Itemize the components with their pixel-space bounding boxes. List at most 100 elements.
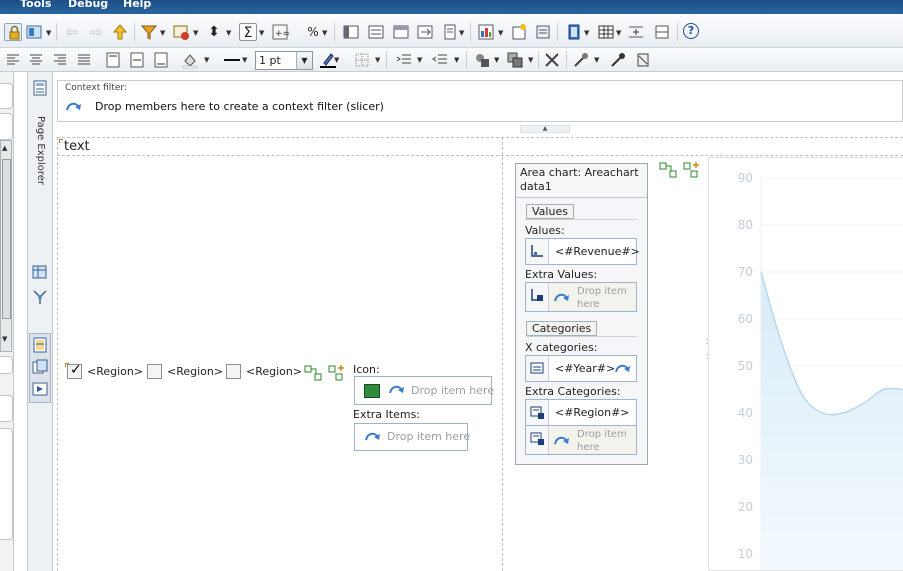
add-connection-icon[interactable] bbox=[328, 364, 346, 382]
borders-icon[interactable] bbox=[353, 51, 371, 69]
area-chart-preview[interactable]: 90 80 70 60 50 40 30 20 10 bbox=[708, 157, 903, 571]
extra-items-drop-zone[interactable]: Drop item here bbox=[354, 423, 470, 451]
sort-icon[interactable]: ⬍ bbox=[205, 23, 223, 41]
context-filter-area[interactable]: Context filter: Drop members here to cre… bbox=[57, 80, 903, 122]
chevron-down-icon[interactable]: ▼ bbox=[616, 29, 621, 37]
vertical-align-middle-icon[interactable] bbox=[128, 51, 146, 69]
scroll-up-icon[interactable]: ▲ bbox=[2, 144, 7, 152]
values-drop-zone[interactable]: <#Revenue#> bbox=[525, 238, 640, 265]
data-items-tab-icon[interactable] bbox=[31, 358, 49, 376]
percent-icon[interactable]: % bbox=[304, 23, 322, 41]
line-width-select[interactable]: 1 pt ▼ bbox=[255, 51, 313, 70]
vertical-align-top-icon[interactable] bbox=[104, 51, 122, 69]
table-filter-icon[interactable] bbox=[172, 23, 190, 41]
outdent-icon[interactable] bbox=[395, 51, 413, 69]
chevron-down-icon[interactable]: ▼ bbox=[226, 29, 231, 37]
chevron-down-icon[interactable]: ▼ bbox=[160, 29, 165, 37]
book-icon[interactable] bbox=[565, 23, 583, 41]
list-icon[interactable] bbox=[367, 23, 385, 41]
extra-categories-item-box[interactable]: <#Region#> bbox=[525, 399, 637, 426]
chevron-down-icon[interactable]: ▼ bbox=[46, 29, 51, 37]
chevron-down-icon[interactable]: ▼ bbox=[494, 56, 499, 64]
page-icon[interactable] bbox=[441, 23, 459, 41]
text-item[interactable]: text bbox=[64, 139, 90, 154]
panel-icon[interactable] bbox=[342, 23, 360, 41]
chart-icon[interactable] bbox=[477, 23, 495, 41]
extra-values-drop-zone[interactable]: Drop item here bbox=[525, 282, 637, 312]
chevron-down-icon[interactable]: ▼ bbox=[204, 56, 209, 64]
categories-section-header[interactable]: Categories bbox=[526, 321, 598, 336]
page-explorer-tab[interactable]: Page Explorer bbox=[30, 116, 46, 186]
summarize-icon[interactable]: Σ bbox=[239, 23, 257, 41]
page-explorer-icon[interactable] bbox=[31, 79, 49, 97]
clear-style-icon[interactable] bbox=[634, 51, 652, 69]
chevron-down-icon[interactable]: ▼ bbox=[498, 29, 503, 37]
filter-icon[interactable] bbox=[140, 23, 158, 41]
forward-arrow-icon[interactable]: ⇨ bbox=[87, 23, 105, 41]
chevron-down-icon[interactable]: ▼ bbox=[296, 52, 312, 69]
menu-tools[interactable]: Tools bbox=[20, 0, 51, 10]
split-row-icon[interactable] bbox=[653, 23, 671, 41]
checkbox[interactable] bbox=[147, 364, 162, 379]
chevron-down-icon[interactable]: ▼ bbox=[594, 56, 599, 64]
icon-drop-zone[interactable]: Drop item here bbox=[354, 376, 494, 405]
checkbox[interactable]: ✓ bbox=[67, 362, 82, 379]
layout-component-icon[interactable] bbox=[473, 51, 491, 69]
apply-style-icon[interactable] bbox=[609, 51, 627, 69]
table-icon[interactable] bbox=[597, 23, 615, 41]
values-section-header[interactable]: Values bbox=[526, 204, 574, 219]
chevron-down-icon[interactable]: ▼ bbox=[459, 29, 464, 37]
chevron-down-icon[interactable]: ▼ bbox=[259, 29, 264, 37]
condition-explorer-icon[interactable] bbox=[31, 288, 49, 306]
values-item[interactable]: <#Revenue#> bbox=[555, 245, 640, 258]
vertical-align-bottom-icon[interactable] bbox=[152, 51, 170, 69]
scroll-thumb[interactable] bbox=[2, 159, 11, 319]
chevron-down-icon[interactable]: ▼ bbox=[242, 56, 247, 64]
fill-color-icon[interactable] bbox=[181, 51, 199, 69]
indent-icon[interactable] bbox=[431, 51, 449, 69]
checkbox[interactable] bbox=[226, 364, 241, 379]
connect-icon[interactable] bbox=[659, 161, 677, 179]
source-icon[interactable] bbox=[31, 336, 49, 354]
data-explorer-icon[interactable] bbox=[31, 263, 49, 281]
extra-categories-drop-zone[interactable]: Drop item here bbox=[525, 425, 637, 455]
menu-debug[interactable]: Debug bbox=[68, 0, 108, 10]
chevron-down-icon[interactable]: ▼ bbox=[528, 56, 533, 64]
align-center-icon[interactable] bbox=[27, 51, 45, 69]
group-icon[interactable] bbox=[506, 51, 524, 69]
calculate-icon[interactable]: += bbox=[271, 23, 289, 41]
extra-categories-item[interactable]: <#Region#> bbox=[555, 406, 630, 419]
add-connection-icon[interactable] bbox=[683, 161, 701, 179]
area-chart-panel[interactable]: Area chart: Areachart data1 Values Value… bbox=[515, 163, 648, 465]
data-items-icon[interactable] bbox=[534, 23, 552, 41]
lock-icon[interactable] bbox=[4, 23, 22, 41]
align-right-icon[interactable] bbox=[51, 51, 69, 69]
pick-style-icon[interactable] bbox=[572, 51, 590, 69]
collapse-handle[interactable]: ▲ bbox=[520, 125, 570, 133]
toolbox-icon[interactable] bbox=[31, 380, 49, 398]
line-style-icon[interactable] bbox=[223, 51, 241, 69]
layout-icon[interactable] bbox=[25, 23, 43, 41]
swap-icon[interactable] bbox=[416, 23, 434, 41]
back-arrow-icon[interactable]: ⇦ bbox=[63, 23, 81, 41]
x-categories-drop-zone[interactable]: <#Year#> bbox=[525, 355, 637, 382]
insert-row-icon[interactable] bbox=[627, 23, 645, 41]
x-categories-item[interactable]: <#Year#> bbox=[555, 362, 615, 375]
chevron-down-icon[interactable]: ▼ bbox=[454, 56, 459, 64]
crosstab-icon[interactable] bbox=[392, 23, 410, 41]
chevron-down-icon[interactable]: ▼ bbox=[417, 56, 422, 64]
chevron-down-icon[interactable]: ▼ bbox=[193, 29, 198, 37]
justify-icon[interactable] bbox=[75, 51, 93, 69]
connect-icon[interactable] bbox=[304, 364, 322, 382]
help-icon[interactable]: ? bbox=[683, 23, 699, 39]
align-left-icon[interactable] bbox=[4, 51, 22, 69]
tools-icon[interactable] bbox=[543, 51, 561, 69]
scroll-down-icon[interactable]: ▼ bbox=[2, 335, 7, 343]
up-arrow-icon[interactable] bbox=[111, 23, 129, 41]
vertical-scrollbar[interactable]: ▲ ▼ bbox=[0, 140, 12, 352]
insert-chart-icon[interactable] bbox=[510, 23, 528, 41]
chevron-down-icon[interactable]: ▼ bbox=[584, 29, 589, 37]
chevron-down-icon[interactable]: ▼ bbox=[375, 56, 380, 64]
menu-help[interactable]: Help bbox=[123, 0, 151, 10]
line-color-icon[interactable] bbox=[319, 51, 337, 69]
